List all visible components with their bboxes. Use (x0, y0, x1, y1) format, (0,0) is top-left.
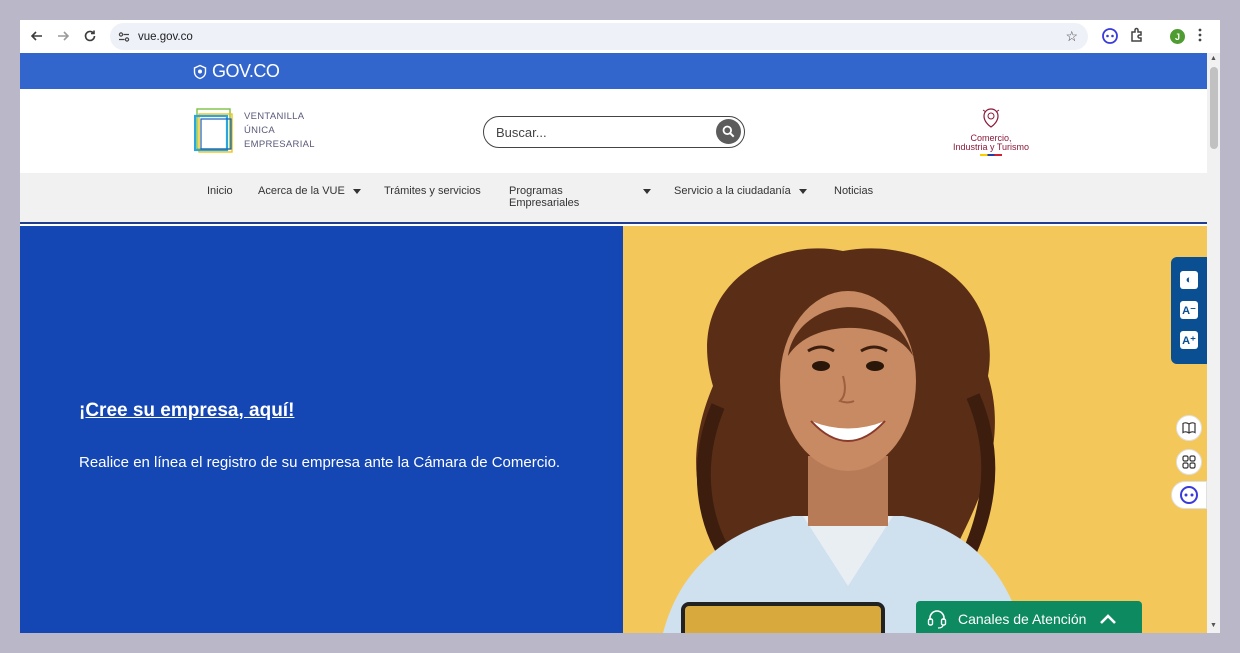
browser-toolbar: vue.gov.co ☆ J (20, 20, 1220, 53)
hero-image (623, 226, 1207, 633)
extensions-puzzle-icon[interactable] (1128, 26, 1146, 49)
decrease-font-icon[interactable]: A⁻ (1180, 301, 1198, 319)
smiling-woman-illustration (663, 248, 1023, 633)
nav-item-inicio[interactable]: Inicio (207, 185, 233, 197)
ministry-logo[interactable]: Comercio, Industria y Turismo (946, 107, 1036, 157)
nav-item-tramites[interactable]: Trámites y servicios (384, 185, 481, 197)
search-input[interactable] (496, 123, 696, 141)
assistant-button[interactable] (1171, 481, 1207, 509)
nav-item-programas[interactable]: Programas Empresariales (509, 185, 651, 209)
create-company-link[interactable]: ¡Cree su empresa, aquí! (79, 400, 294, 422)
increase-font-icon[interactable]: A⁺ (1180, 331, 1198, 349)
search-button[interactable] (716, 119, 741, 144)
service-channels-label: Canales de Atención (958, 610, 1087, 627)
url-text[interactable]: vue.gov.co (138, 31, 193, 43)
chevron-down-icon (643, 189, 651, 194)
page-scrollbar[interactable]: ▲ ▼ (1207, 53, 1220, 633)
browser-window: vue.gov.co ☆ J GOV.CO VENTANILLA ÚNICA E… (20, 20, 1220, 633)
chevron-up-icon (1100, 613, 1117, 624)
chevron-down-icon (352, 189, 361, 194)
main-nav: Inicio Acerca de la VUE Trámites y servi… (20, 173, 1207, 224)
hero-panel: ¡Cree su empresa, aquí! Realice en línea… (20, 226, 623, 633)
extension-face-icon[interactable] (1101, 27, 1119, 50)
nav-label: Programas Empresariales (509, 185, 580, 209)
vue-logo[interactable]: VENTANILLA ÚNICA EMPRESARIAL (193, 106, 315, 156)
nav-label: Acerca de la VUE (258, 185, 345, 197)
site-settings-icon[interactable] (118, 30, 130, 48)
accessibility-bar: ◐ A⁻ A⁺ (1171, 257, 1207, 364)
nav-item-acerca[interactable]: Acerca de la VUE (258, 185, 361, 197)
chevron-down-icon (798, 189, 807, 194)
scrollbar-thumb[interactable] (1210, 67, 1218, 149)
ministry-crest-icon (982, 108, 1000, 128)
forward-icon[interactable] (52, 25, 74, 47)
vue-line-1: VENTANILLA (244, 111, 305, 122)
search-icon (722, 125, 735, 138)
nav-label: Servicio a la ciudadanía (674, 185, 791, 197)
headset-icon (927, 609, 947, 629)
web-page: GOV.CO VENTANILLA ÚNICA EMPRESARIAL Busc… (20, 53, 1207, 633)
gov-shield-icon (193, 64, 207, 79)
search-box (483, 116, 745, 148)
gov-co-logo[interactable]: GOV.CO (192, 61, 280, 82)
nav-label: Inicio (207, 185, 233, 197)
gov-bar: GOV.CO (20, 53, 1207, 89)
browser-menu-icon[interactable] (1197, 27, 1203, 48)
reader-book-button[interactable] (1176, 415, 1202, 441)
vue-line-2: ÚNICA (244, 125, 276, 136)
hero-description: Realice en línea el registro de su empre… (79, 454, 561, 471)
scroll-down-icon[interactable]: ▼ (1210, 622, 1217, 629)
apps-grid-button[interactable] (1176, 449, 1202, 475)
book-icon (1182, 422, 1196, 434)
service-channels-button[interactable]: Canales de Atención (916, 601, 1142, 633)
back-icon[interactable] (26, 25, 48, 47)
bookmark-star-icon[interactable]: ☆ (1065, 28, 1078, 45)
vue-logo-text: VENTANILLA ÚNICA EMPRESARIAL (244, 110, 315, 152)
profile-avatar[interactable]: J (1170, 29, 1185, 44)
nav-label: Trámites y servicios (384, 185, 481, 197)
scroll-up-icon[interactable]: ▲ (1210, 55, 1217, 62)
assistant-face-icon (1180, 486, 1198, 504)
site-header: VENTANILLA ÚNICA EMPRESARIAL Comercio, (20, 89, 1207, 173)
ministry-name-line2: Industria y Turismo (952, 142, 1030, 152)
nav-item-servicio[interactable]: Servicio a la ciudadanía (674, 185, 807, 197)
vue-line-3: EMPRESARIAL (244, 139, 315, 150)
contrast-icon[interactable]: ◐ (1180, 271, 1198, 289)
nav-label: Noticias (834, 185, 874, 197)
gov-co-text: GOV.CO (212, 61, 280, 81)
address-bar[interactable]: vue.gov.co ☆ (110, 23, 1088, 50)
apps-grid-icon (1182, 455, 1196, 469)
vue-logo-mark (193, 108, 233, 153)
reload-icon[interactable] (79, 25, 101, 47)
nav-item-noticias[interactable]: Noticias (834, 185, 873, 197)
colombia-flag-line (980, 154, 1002, 156)
